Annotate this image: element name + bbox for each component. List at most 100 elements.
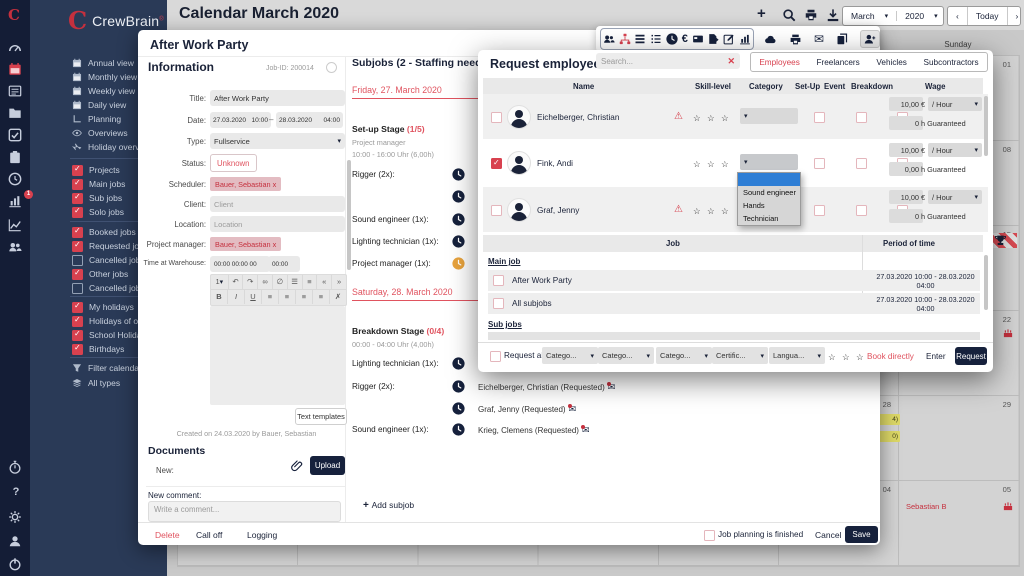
event-checkbox[interactable] [856,158,867,169]
settings-icon[interactable] [8,510,24,526]
editor-align-right-icon[interactable]: ≡ [296,290,313,304]
editor-ordered-list-icon[interactable]: ☰ [288,275,303,289]
account-icon[interactable] [8,534,24,550]
add-subjob-button[interactable]: + Add subjob [363,500,414,511]
cancel-button[interactable]: Cancel [815,530,841,540]
editor-undo-icon[interactable]: ↶ [229,275,244,289]
text-templates-button[interactable]: Text templates [295,408,347,425]
filter-projects[interactable]: Projects [72,164,120,176]
tab-subcontractors[interactable]: Subcontractors [917,58,986,67]
employee-row-selected[interactable]: Fink, Andi ☆ ☆ ☆ 10,00 € / Hour 0,00 h G… [483,140,988,187]
guaranteed-hours-input[interactable]: 0 [889,116,923,130]
status-button[interactable]: Unknown [210,154,257,172]
editor-unlink-icon[interactable]: ∅ [273,275,288,289]
skill-filter-stars[interactable]: ☆ ☆ ☆ [828,352,866,363]
calendar-icon[interactable] [8,62,24,78]
list-view-icon[interactable] [8,84,24,100]
month-year-select[interactable]: March 2020 [842,6,944,26]
cloud-icon[interactable] [764,33,777,46]
guaranteed-hours-input[interactable]: 0 [889,209,923,223]
call-off-button[interactable]: Call off [196,530,222,540]
category-filter-select[interactable]: Catego... [542,347,598,364]
assigned-employee[interactable]: Krieg, Clemens (Requested) [478,425,589,436]
warehouse-time-input[interactable]: 00:00 00:00 00 [210,256,270,272]
clock-icon[interactable] [452,402,465,415]
event-checkbox[interactable] [856,112,867,123]
enter-button[interactable]: Enter [926,352,946,361]
clock-icon[interactable] [452,235,465,248]
editor-italic-button[interactable]: I [228,290,245,304]
request-button[interactable]: Request [955,347,987,365]
checklist-icon[interactable] [650,33,662,45]
sidebar-item-planning[interactable]: Planning [72,113,121,125]
export-document-icon[interactable] [707,33,719,45]
category-option[interactable]: Sound engineer [738,186,800,199]
next-button[interactable]: › [1007,7,1024,25]
clock-icon[interactable] [452,357,465,370]
filter-my-holidays[interactable]: My holidays [72,301,134,313]
sidebar-item-weekly-view[interactable]: Weekly view [72,85,135,97]
filter-sub-jobs[interactable]: Sub jobs [72,192,122,204]
tasks-icon[interactable] [8,128,24,144]
editor-heading-select[interactable]: 1 [211,275,229,289]
clock-icon[interactable] [452,423,465,436]
skill-stars[interactable]: ☆ ☆ ☆ [693,159,731,170]
sidebar-item-filter-calendar[interactable]: Filter calendar [72,362,142,374]
wage-input[interactable]: 10,00 [889,190,923,204]
month-select[interactable]: March [843,11,896,21]
add-icon[interactable]: + [757,5,771,19]
editor-link-icon[interactable]: ∞ [258,275,273,289]
setup-checkbox[interactable] [814,112,825,123]
skill-stars[interactable]: ☆ ☆ ☆ [693,206,731,217]
category-select[interactable] [740,108,798,124]
job-planning-checkbox[interactable] [704,530,715,541]
dashboard-icon[interactable] [8,40,24,56]
checkbox-checked[interactable] [72,302,83,313]
year-select[interactable]: 2020 [896,11,945,21]
wage-unit-select[interactable]: / Hour [928,97,982,111]
guaranteed-hours-input[interactable]: 0,00 [889,162,923,176]
editor-clear-format-icon[interactable]: ✗ [330,290,346,304]
checkbox-checked[interactable] [72,179,83,190]
filter-solo-jobs[interactable]: Solo jobs [72,206,124,218]
language-filter-select[interactable]: Langua... [769,347,825,364]
wage-unit-select[interactable]: / Hour [928,143,982,157]
structure-icon[interactable] [619,33,631,45]
community-icon[interactable] [8,240,24,256]
checkbox-checked[interactable] [72,330,83,341]
save-button[interactable]: Save [845,526,878,543]
checkbox-unchecked[interactable] [72,255,83,266]
wage-input[interactable]: 10,00 [889,97,923,111]
main-job-link[interactable]: Main job [488,257,520,266]
project-manager-tag[interactable]: Bauer, Sebastian x [210,237,281,251]
assigned-employee[interactable]: Graf, Jenny (Requested) [478,404,576,415]
clipboard-icon[interactable] [8,150,24,166]
job-checkbox[interactable] [493,275,504,286]
scheduler-tag[interactable]: Bauer, Sebastian x [210,177,281,191]
filter-birthdays[interactable]: Birthdays [72,343,124,355]
crewbrain-logo-icon[interactable]: C [8,6,24,22]
wage-unit-select[interactable]: / Hour [928,190,982,204]
job-row[interactable]: All subjobs 27.03.2020 10:00 - 28.03.202… [488,293,980,314]
reports-icon[interactable] [8,218,24,234]
help-icon[interactable]: ? [8,486,24,502]
warehouse-time-input-2[interactable]: 00:00 [268,256,300,272]
title-input[interactable]: After Work Party [210,90,345,106]
clock-icon-pending[interactable] [452,257,465,270]
checkbox-checked[interactable] [72,241,83,252]
filter-booked-jobs[interactable]: Booked jobs [72,226,136,238]
team-icon[interactable] [603,33,615,45]
prev-button[interactable]: ‹ [948,7,967,25]
editor-redo-icon[interactable]: ↷ [243,275,258,289]
location-input[interactable]: Location [210,216,345,232]
statistics-icon[interactable]: 1 [8,194,24,210]
employee-checkbox-checked[interactable] [491,158,502,169]
comment-input[interactable]: Write a comment... [148,501,341,522]
stopwatch-icon[interactable] [8,460,24,476]
editor-align-left-icon[interactable]: ≡ [262,290,279,304]
editor-outdent-icon[interactable]: « [317,275,332,289]
request-all-checkbox[interactable] [490,351,501,362]
dialog-scrollbar[interactable] [984,96,988,156]
clock-icon[interactable] [452,190,465,203]
client-input[interactable]: Client [210,196,345,212]
